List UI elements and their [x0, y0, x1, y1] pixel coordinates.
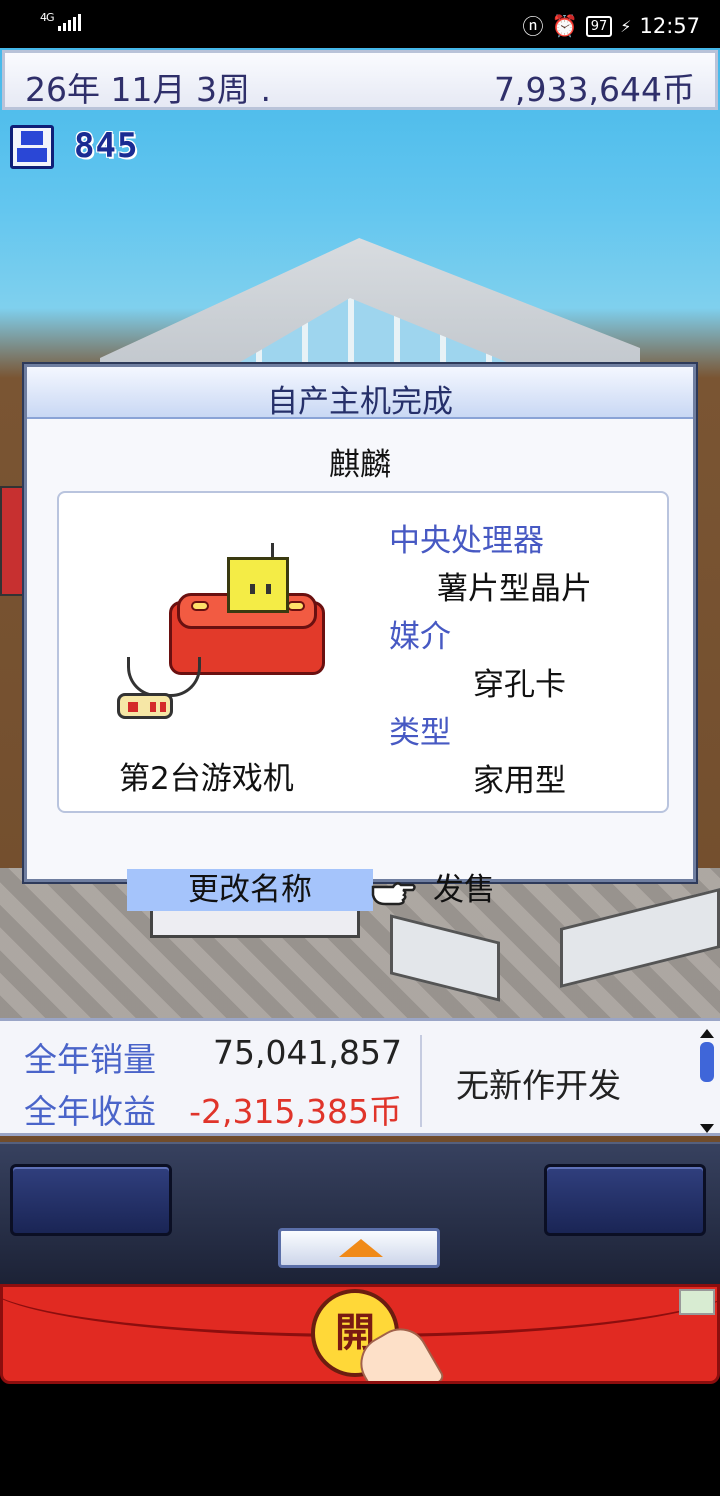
funds: 7,933,644币 — [494, 70, 695, 109]
right-menu-button[interactable] — [544, 1164, 706, 1236]
console-index: 第2台游戏机 — [119, 761, 294, 797]
divider — [420, 1035, 422, 1127]
arrow-up-icon — [339, 1239, 383, 1257]
clock: 12:57 — [639, 14, 700, 38]
nfc-icon: ⓝ — [522, 15, 544, 39]
research-points: 845 — [74, 126, 139, 166]
dialog-title: 自产主机完成 — [27, 367, 693, 419]
annual-revenue-value: -2,315,385币 — [189, 1092, 402, 1131]
alarm-icon: ⏰ — [551, 13, 578, 38]
top-info-bar[interactable]: 26年 11月 3周 . 7,933,644币 — [2, 50, 718, 110]
development-status: 无新作开发 — [456, 1066, 621, 1105]
control-bar — [0, 1142, 720, 1284]
expand-menu-button[interactable] — [278, 1228, 440, 1268]
annual-revenue-label: 全年收益 — [24, 1092, 156, 1131]
release-button[interactable]: 发售 — [433, 869, 495, 911]
left-menu-button[interactable] — [10, 1164, 172, 1236]
type-label: 类型 — [389, 715, 451, 751]
game-scene[interactable]: 26年 11月 3周 . 7,933,644币 845 自产主机完成 麒麟 中央… — [0, 48, 720, 1284]
status-bar: 4G ⓝ ⏰ 97 ⚡ 12:57 — [0, 0, 720, 48]
network-type: 4G — [40, 11, 54, 24]
pointing-hand-icon — [371, 882, 416, 906]
scroll-up-icon[interactable] — [700, 1029, 714, 1038]
signal-icon — [58, 14, 81, 31]
rename-button[interactable]: 更改名称 — [127, 869, 373, 911]
cpu-value: 薯片型晶片 — [437, 571, 592, 607]
scroll-thumb[interactable] — [700, 1042, 714, 1082]
stats-scrollbar[interactable] — [700, 1029, 714, 1133]
console-name: 麒麟 — [329, 447, 391, 483]
annual-sales-label: 全年销量 — [24, 1040, 156, 1079]
annual-sales-value: 75,041,857 — [213, 1033, 402, 1072]
charging-icon: ⚡ — [620, 16, 632, 36]
bottom-blank — [0, 1384, 720, 1496]
controller-icon — [117, 693, 173, 719]
cpu-label: 中央处理器 — [389, 523, 544, 559]
console-illustration — [115, 543, 335, 729]
battery-icon: 97 — [585, 15, 613, 37]
ad-corner-icon[interactable] — [679, 1289, 715, 1315]
floppy-disk-icon[interactable] — [10, 125, 54, 169]
scroll-down-icon[interactable] — [700, 1124, 714, 1133]
game-date: 26年 11月 3周 . — [25, 70, 271, 109]
type-value: 家用型 — [473, 763, 566, 799]
ad-banner[interactable]: 開 — [0, 1284, 720, 1384]
console-complete-dialog: 自产主机完成 麒麟 中央处理器 薯片型晶片 媒介 穿孔卡 类型 家用型 第2台游… — [24, 364, 696, 911]
media-value: 穿孔卡 — [473, 667, 566, 703]
console-info-panel: 中央处理器 薯片型晶片 媒介 穿孔卡 类型 家用型 第2台游戏机 — [57, 491, 669, 813]
vending-machine — [0, 486, 24, 596]
media-label: 媒介 — [389, 619, 451, 655]
annual-stats-panel: 全年销量 75,041,857 全年收益 -2,315,385币 无新作开发 — [0, 1018, 720, 1136]
